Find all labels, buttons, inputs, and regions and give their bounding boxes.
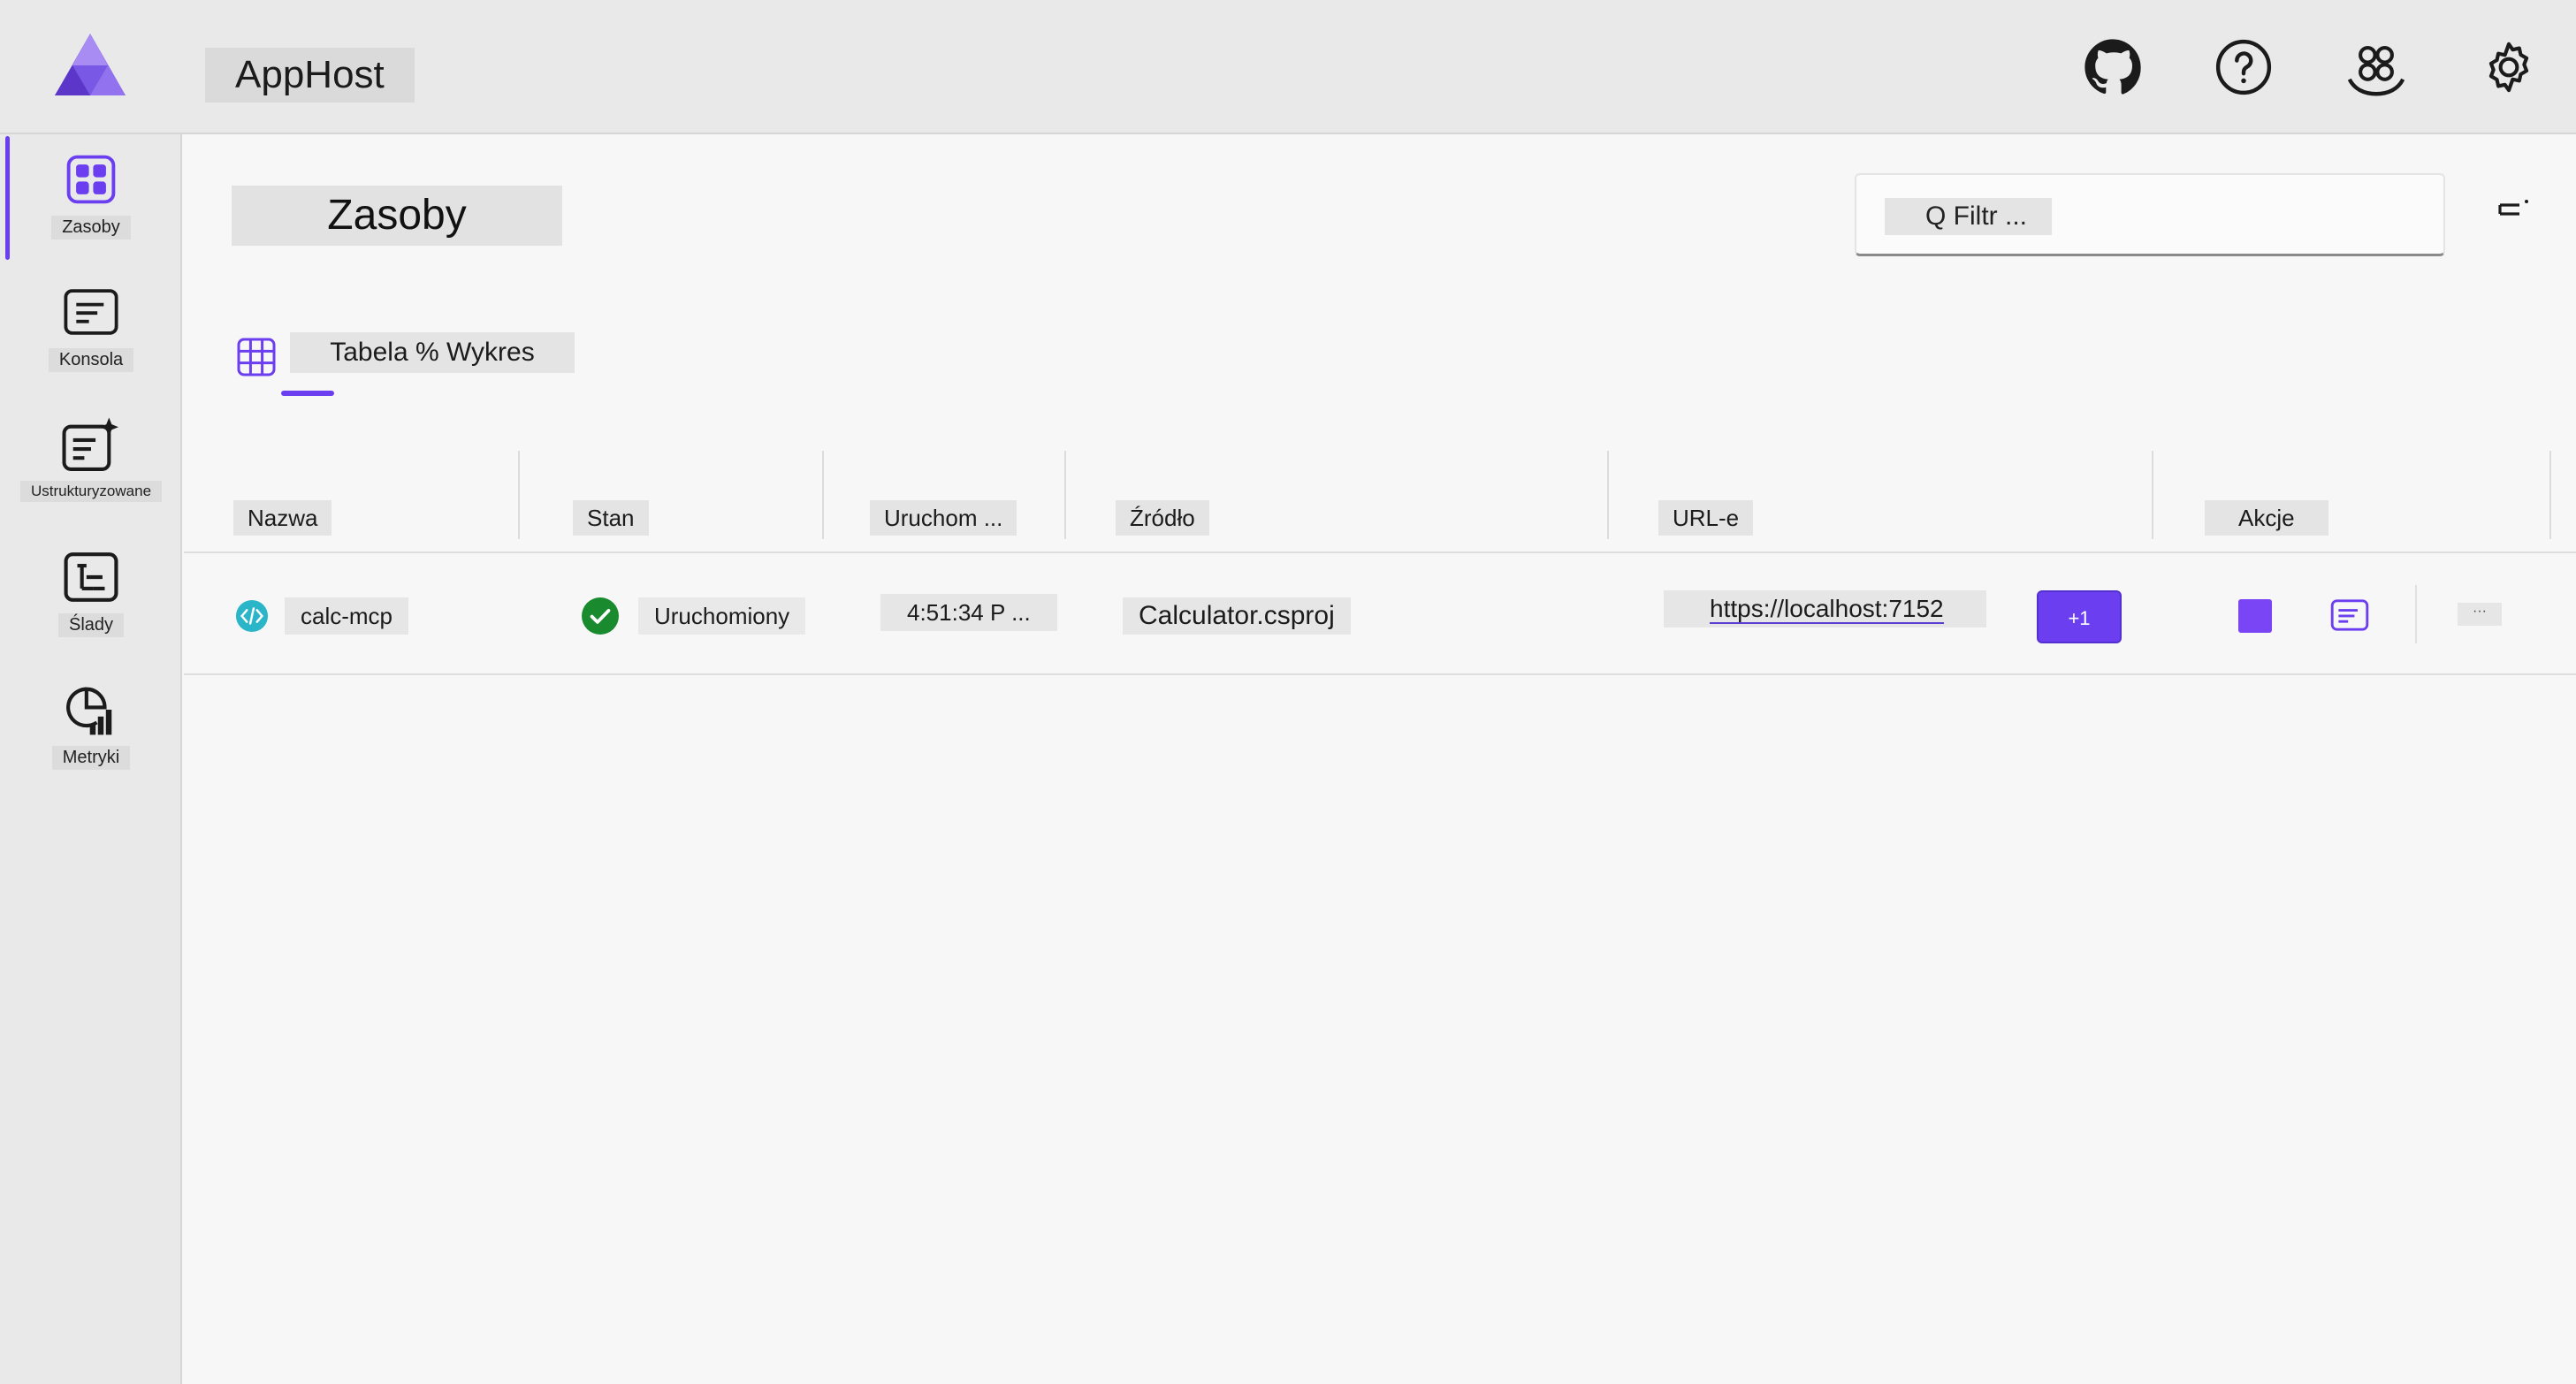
column-divider[interactable] (1064, 451, 1066, 539)
resource-source: Calculator.csproj (1123, 597, 1351, 635)
resource-url-cell: https://localhost:7152 (1664, 590, 1986, 627)
metrics-icon (60, 679, 122, 741)
more-urls-button[interactable]: +1 (2037, 590, 2122, 643)
column-header-actions: Akcje (2205, 500, 2328, 536)
app-title[interactable]: AppHost (205, 48, 415, 103)
sidebar-item-resources[interactable]: Zasoby (0, 134, 182, 263)
teams-icon[interactable] (2344, 35, 2408, 99)
view-toggle-label: Tabela % Wykres (290, 332, 575, 373)
sidebar-item-structured[interactable]: Ustrukturyzowane (0, 399, 182, 529)
column-header-started[interactable]: Uruchom ... (870, 500, 1017, 536)
column-divider[interactable] (2549, 451, 2551, 539)
actions-divider (2415, 585, 2417, 643)
running-status-icon (582, 597, 619, 635)
top-bar: AppHost (0, 0, 2576, 134)
filter-placeholder: Q Filtr ... (1885, 198, 2052, 235)
filter-input[interactable]: Q Filtr ... (1855, 173, 2445, 256)
sidebar-item-metrics[interactable]: Metryki (0, 665, 182, 794)
console-icon (60, 281, 122, 343)
sidebar-item-label: Konsola (48, 348, 134, 372)
column-header-urls[interactable]: URL-e (1658, 500, 1754, 536)
help-icon[interactable] (2212, 35, 2275, 99)
github-icon[interactable] (2081, 35, 2145, 99)
column-divider[interactable] (518, 451, 520, 539)
column-divider[interactable] (1607, 451, 1609, 539)
sidebar: Zasoby Konsola Ustrukturyzowane Ślady Me… (0, 134, 182, 1384)
page-title: Zasoby (232, 186, 562, 246)
column-header-state[interactable]: Stan (573, 500, 649, 536)
table-row: calc-mcp Uruchomiony 4:51:34 P ... Calcu… (184, 553, 2576, 675)
project-icon (235, 599, 269, 633)
table-icon (237, 338, 276, 376)
aspire-logo-icon[interactable] (53, 32, 127, 99)
structured-logs-icon (60, 414, 122, 475)
console-logs-icon[interactable] (2330, 599, 2369, 631)
settings-icon[interactable] (2477, 35, 2541, 99)
column-divider[interactable] (822, 451, 824, 539)
sidebar-item-label: Zasoby (51, 216, 131, 240)
stop-icon[interactable] (2238, 599, 2272, 633)
resource-url-link[interactable]: https://localhost:7152 (1710, 595, 1944, 624)
view-active-indicator (281, 391, 334, 396)
column-divider[interactable] (2152, 451, 2153, 539)
sidebar-item-label: Ślady (57, 613, 125, 637)
more-actions-icon[interactable]: ··· (2458, 603, 2502, 626)
resource-name[interactable]: calc-mcp (285, 597, 409, 635)
sidebar-item-label: Ustrukturyzowane (19, 481, 163, 502)
sidebar-item-traces[interactable]: Ślady (0, 532, 182, 661)
resource-state: Uruchomiony (638, 597, 806, 635)
sidebar-item-label: Metryki (51, 746, 131, 770)
column-header-source[interactable]: Źródło (1116, 500, 1209, 536)
resource-start-time: 4:51:34 P ... (880, 594, 1057, 631)
resources-icon (60, 148, 122, 210)
column-header-name[interactable]: Nazwa (233, 500, 332, 536)
traces-icon (60, 546, 122, 608)
filter-menu-icon[interactable] (2495, 194, 2537, 233)
table-header: Nazwa Stan Uruchom ... Źródło URL-e Akcj… (184, 451, 2576, 553)
sidebar-item-console[interactable]: Konsola (0, 267, 182, 396)
main-content: Zasoby Q Filtr ... Tabela % Wykres Nazwa… (184, 136, 2576, 1384)
